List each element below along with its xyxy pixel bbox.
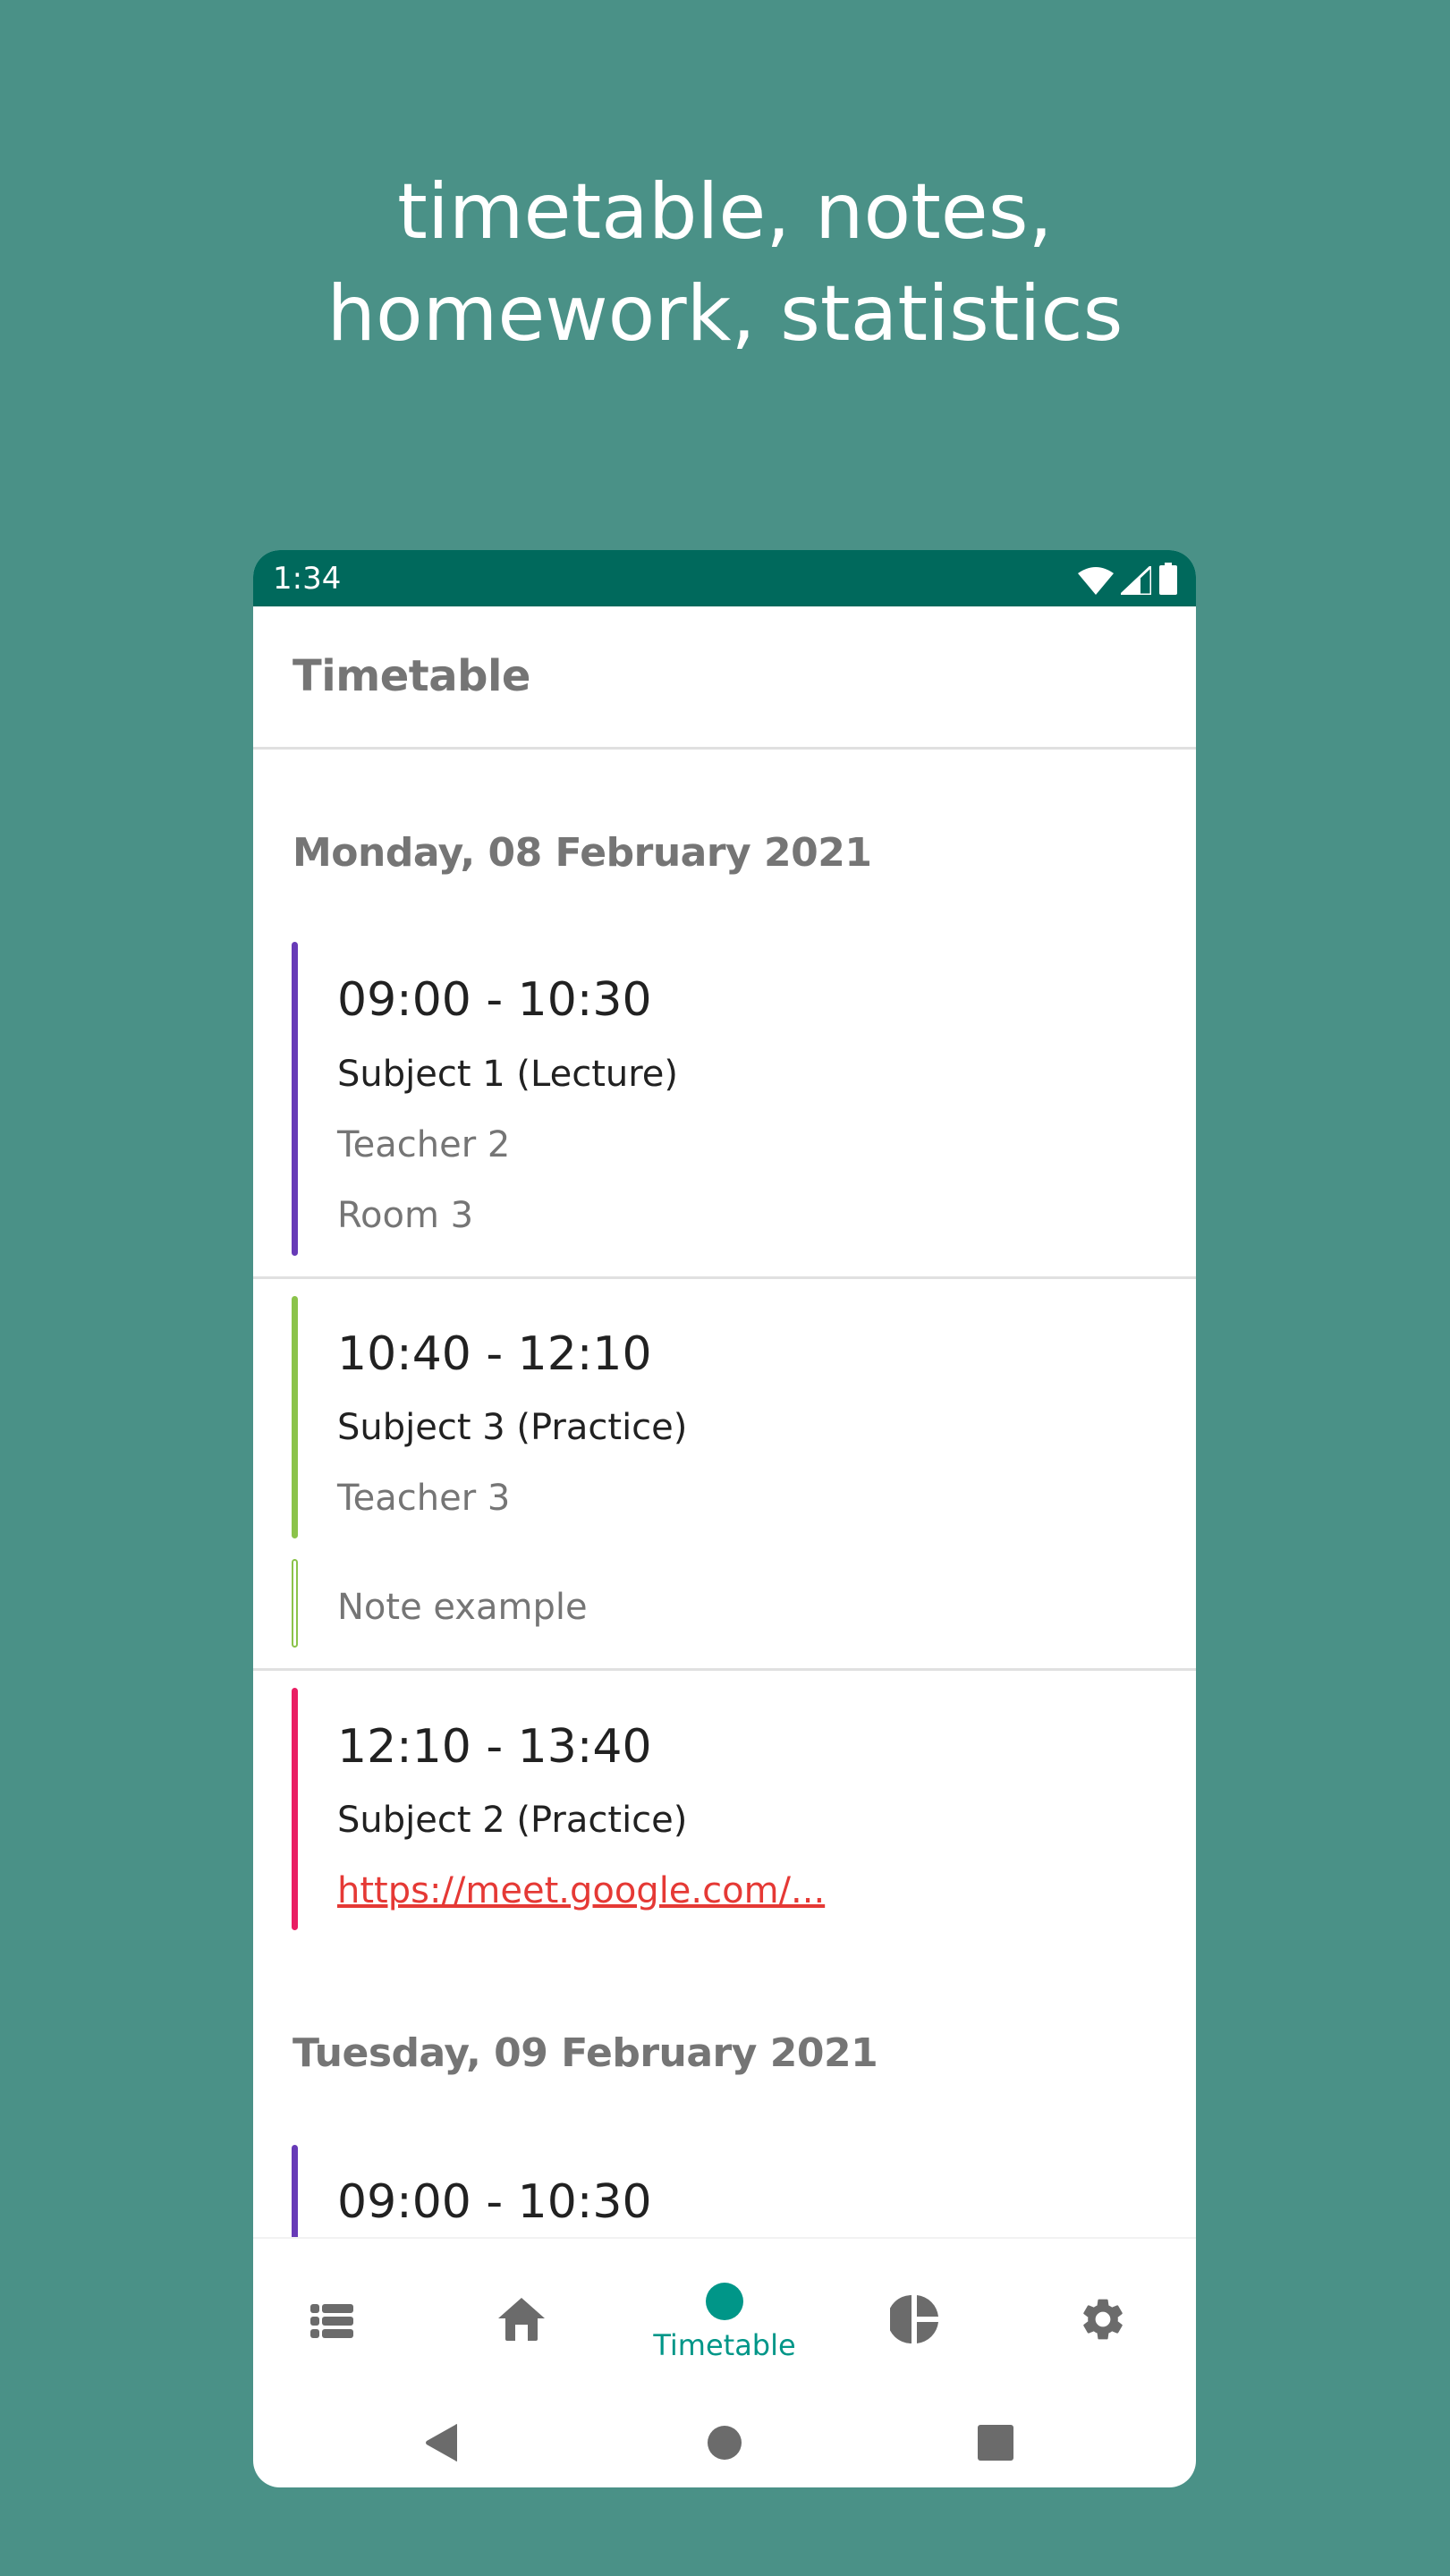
list-icon (310, 2304, 353, 2338)
divider (253, 1276, 1196, 1279)
app-bar: Timetable (253, 606, 1196, 750)
nav-item-settings[interactable] (1040, 2239, 1166, 2400)
divider (253, 1668, 1196, 1671)
phone-screen: 1:34 Timetable Monday, 08 February 2021 … (253, 550, 1196, 2487)
lesson-time: 12:10 - 13:40 (337, 1720, 652, 1774)
lesson-color-bar (292, 2145, 298, 2237)
promo-headline: timetable, notes, homework, statistics (0, 161, 1450, 365)
lesson-teacher: Teacher 3 (337, 1478, 511, 1519)
back-icon (426, 2424, 457, 2462)
note-color-bar (292, 1559, 298, 1648)
lesson-color-bar (292, 1688, 298, 1930)
back-button[interactable] (414, 2416, 468, 2470)
day-header: Monday, 08 February 2021 (293, 830, 872, 876)
home-circle-icon (708, 2426, 742, 2460)
status-time: 1:34 (273, 561, 342, 597)
lesson-teacher: Teacher 2 (337, 1124, 511, 1165)
lesson-room: Room 3 (337, 1195, 474, 1236)
pie-chart-icon (890, 2295, 938, 2343)
lesson-color-bar (292, 942, 298, 1256)
page-title: Timetable (293, 651, 530, 701)
lesson-color-bar (292, 1296, 298, 1538)
timetable-dot-icon (706, 2283, 743, 2320)
lesson-time: 09:00 - 10:30 (337, 973, 652, 1027)
gear-icon (1083, 2299, 1123, 2340)
recents-button[interactable] (969, 2416, 1022, 2470)
nav-item-home[interactable] (459, 2239, 584, 2400)
bottom-navigation: Timetable (253, 2237, 1196, 2398)
status-bar: 1:34 (253, 550, 1196, 606)
lesson-time: 10:40 - 12:10 (337, 1327, 652, 1381)
signal-icon (1121, 566, 1151, 595)
timetable-list[interactable]: Monday, 08 February 2021 09:00 - 10:30 S… (253, 750, 1196, 2237)
lesson-time: 09:00 - 10:30 (337, 2175, 652, 2229)
home-icon (498, 2298, 545, 2341)
headline-line-2: homework, statistics (326, 269, 1124, 359)
recents-icon (978, 2425, 1013, 2461)
lesson-meeting-link[interactable]: https://meet.google.com/... (337, 1870, 825, 1911)
home-button[interactable] (698, 2416, 751, 2470)
day-header: Tuesday, 09 February 2021 (293, 2030, 878, 2076)
lesson-subject: Subject 2 (Practice) (337, 1800, 688, 1841)
lesson-subject: Subject 1 (Lecture) (337, 1054, 679, 1095)
wifi-icon (1078, 567, 1114, 595)
nav-label-timetable: Timetable (653, 2328, 796, 2362)
nav-item-statistics[interactable] (852, 2239, 977, 2400)
headline-line-1: timetable, notes, (397, 167, 1053, 257)
battery-icon (1159, 563, 1177, 595)
lesson-note[interactable]: Note example (337, 1587, 588, 1628)
nav-item-timetable[interactable]: Timetable (653, 2239, 796, 2400)
lesson-subject: Subject 3 (Practice) (337, 1407, 688, 1448)
nav-item-list[interactable] (269, 2239, 394, 2400)
system-navigation (253, 2398, 1196, 2487)
